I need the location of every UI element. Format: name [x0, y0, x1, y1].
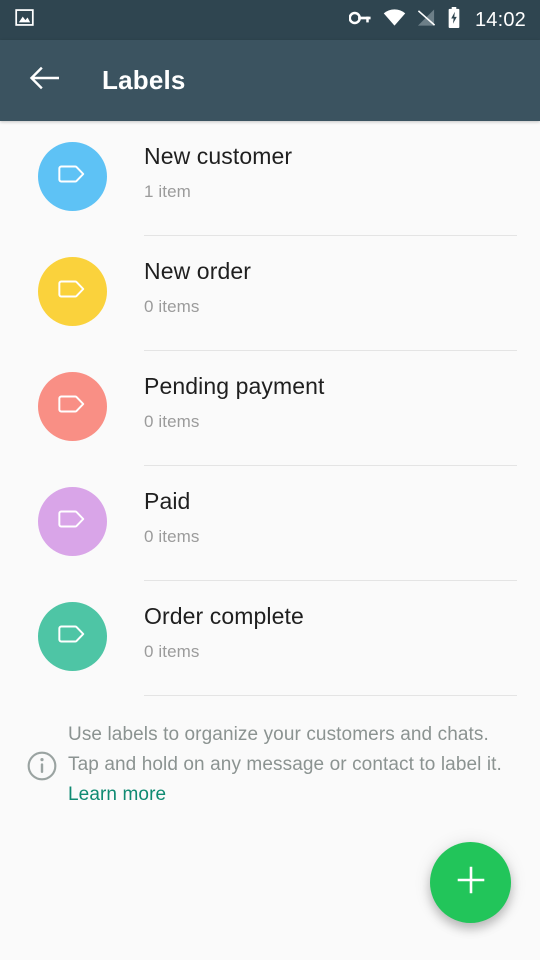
label-tag-icon — [57, 392, 87, 421]
label-row-body: Paid 0 items — [144, 466, 540, 581]
battery-charging-icon — [447, 7, 461, 33]
label-row-body: Order complete 0 items — [144, 581, 540, 696]
label-row-body: Pending payment 0 items — [144, 351, 540, 466]
add-label-fab[interactable] — [430, 842, 511, 923]
label-count: 0 items — [144, 297, 200, 316]
avatar-wrap — [0, 121, 144, 211]
avatar-wrap — [0, 466, 144, 556]
label-row-new-order[interactable]: New order 0 items — [0, 236, 540, 351]
learn-more-link[interactable]: Learn more — [68, 784, 166, 805]
label-name: Order complete — [144, 603, 304, 629]
info-text: Use labels to organize your customers an… — [68, 714, 518, 810]
label-count: 0 items — [144, 642, 200, 661]
label-row-paid[interactable]: Paid 0 items — [0, 466, 540, 581]
label-name: New order — [144, 258, 251, 284]
label-row-body: New customer 1 item — [144, 121, 540, 236]
avatar-wrap — [0, 581, 144, 671]
label-count: 1 item — [144, 182, 191, 201]
avatar-wrap — [0, 351, 144, 441]
vpn-key-icon — [348, 10, 372, 31]
label-row-new-customer[interactable]: New customer 1 item — [0, 121, 540, 236]
label-name: Pending payment — [144, 373, 325, 399]
status-bar: 14:02 — [0, 0, 540, 40]
avatar — [37, 372, 107, 441]
info-circle-icon — [16, 714, 68, 782]
label-count: 0 items — [144, 412, 200, 431]
label-tag-icon — [57, 277, 87, 306]
label-tag-icon — [57, 507, 87, 536]
label-row-body: New order 0 items — [144, 236, 540, 351]
app-bar: Labels — [0, 40, 540, 121]
labels-list: New customer 1 item New order 0 items Pe… — [0, 121, 540, 696]
wifi-icon — [383, 8, 406, 32]
label-row-pending-payment[interactable]: Pending payment 0 items — [0, 351, 540, 466]
label-count: 0 items — [144, 527, 200, 546]
image-icon — [14, 7, 35, 33]
status-bar-clock: 14:02 — [474, 8, 526, 31]
labels-info-block: Use labels to organize your customers an… — [0, 696, 540, 810]
no-sim-signal-icon — [417, 8, 436, 32]
avatar-wrap — [0, 236, 144, 326]
avatar — [37, 602, 107, 671]
row-divider — [144, 695, 517, 696]
status-bar-system-icons: 14:02 — [348, 7, 526, 33]
app-screen: 14:02 Labels New customer 1 item New ord… — [0, 0, 540, 960]
label-name: Paid — [144, 488, 191, 514]
label-row-order-complete[interactable]: Order complete 0 items — [0, 581, 540, 696]
page-title: Labels — [102, 65, 186, 95]
plus-icon — [454, 863, 488, 902]
avatar — [37, 142, 107, 211]
back-button[interactable] — [24, 61, 64, 101]
label-name: New customer — [144, 143, 293, 169]
avatar — [37, 487, 107, 556]
label-tag-icon — [57, 162, 87, 191]
arrow-back-icon — [29, 65, 60, 96]
avatar — [37, 257, 107, 326]
status-bar-notifications — [14, 7, 349, 33]
label-tag-icon — [57, 622, 87, 651]
info-description: Use labels to organize your customers an… — [68, 724, 502, 775]
